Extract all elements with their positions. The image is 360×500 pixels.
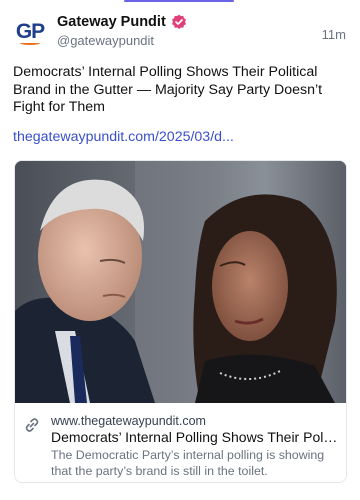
avatar-swoosh [20,41,40,45]
link-preview-meta: www.thegatewaypundit.com Democrats’ Inte… [15,403,346,482]
link-preview-description: The Democratic Party’s internal polling … [51,448,325,478]
link-preview-title: Democrats’ Internal Polling Shows Their … [51,429,338,445]
avatar[interactable]: GP [13,16,47,50]
link-preview-domain: www.thegatewaypundit.com [51,414,206,428]
post-link[interactable]: thegatewaypundit.com/2025/03/d... [13,129,234,145]
link-icon [24,417,40,433]
link-preview-card[interactable]: www.thegatewaypundit.com Democrats’ Inte… [14,160,347,483]
author-display-name[interactable]: Gateway Pundit [57,14,166,30]
verified-badge-icon [171,14,187,30]
author-names: Gateway Pundit @gatewaypundit [57,14,187,48]
post-timestamp: 11m [321,27,346,42]
link-preview-image[interactable] [15,161,346,403]
author-handle[interactable]: @gatewaypundit [57,33,187,48]
avatar-logo-text: GP [15,19,45,43]
post-header: GP Gateway Pundit @gatewaypundit 11m [13,14,346,54]
post-item[interactable]: GP Gateway Pundit @gatewaypundit 11m Dem… [0,0,360,500]
post-text: Democrats’ Internal Polling Shows Their … [13,64,323,115]
